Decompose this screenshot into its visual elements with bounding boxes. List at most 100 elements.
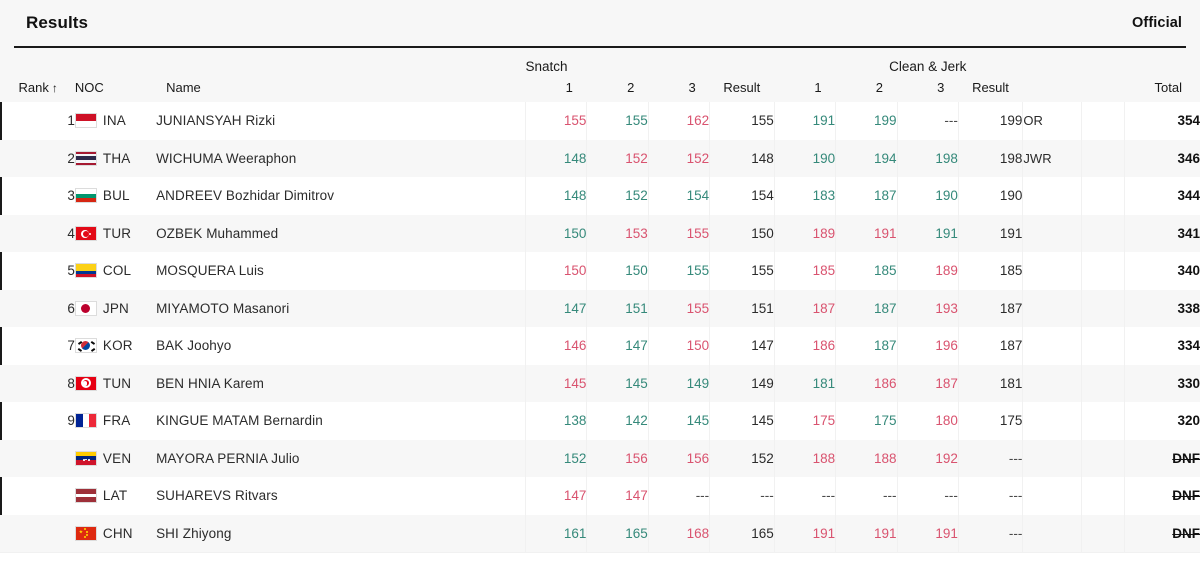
cell-record-badge [1022,214,1082,252]
cell-spacer [1081,477,1126,515]
cell-athlete-name[interactable]: MAYORA PERNIA Julio [156,439,527,477]
page-header: Results Official [0,0,1200,46]
flag-icon-chn [74,525,97,541]
flag-icon-col [74,263,97,279]
noc-code: THA [102,150,131,166]
cell-cleanjerk-result: --- [958,477,1024,515]
col-header-noc[interactable]: NOC [75,76,156,102]
col-header-snatch-1[interactable]: 1 [526,76,587,102]
cell-athlete-name[interactable]: ANDREEV Bozhidar Dimitrov [156,177,527,215]
flag-icon-tha [74,150,97,166]
cell-snatch-attempt-1: 155 [525,102,588,140]
cell-athlete-name[interactable]: KINGUE MATAM Bernardin [156,402,527,440]
spacer-cell [75,48,156,76]
table-head: Snatch Clean & Jerk Rank ↑ NOC Name 1 2 3… [0,48,1200,102]
noc-code: INA [102,113,127,129]
cell-cleanjerk-attempt-2: 188 [835,439,898,477]
cell-total: 334 [1177,338,1200,354]
cell-snatch-attempt-2: 150 [586,252,649,290]
noc-code: LAT [102,488,128,504]
cell-spacer [1081,102,1126,140]
cell-record-badge [1022,477,1082,515]
table-row[interactable]: CHN SHI Zhiyong 161 165 168 165 191 191 191 --- DN… [0,514,1200,553]
cell-snatch-attempt-3: 145 [648,402,711,440]
cell-snatch-attempt-2: 145 [586,364,649,402]
col-header-name[interactable]: Name [156,76,525,102]
cell-snatch-attempt-2: 153 [586,214,649,252]
cell-rank: 3 [67,188,75,204]
cell-snatch-attempt-1: 146 [525,327,588,365]
cell-cleanjerk-attempt-3: 192 [897,439,959,477]
cell-athlete-name[interactable]: MIYAMOTO Masanori [156,289,527,327]
cell-snatch-attempt-3: 152 [648,139,711,177]
cell-record-badge [1022,327,1082,365]
table-row[interactable]: 5 COL MOSQUERA Luis 150 150 155 155 185 185 189 18… [0,252,1200,290]
cell-cleanjerk-attempt-1: --- [774,477,837,515]
flag-icon-kor [74,338,97,354]
table-row[interactable]: 1 INA JUNIANSYAH Rizki 155 155 162 155 191 199 --… [0,102,1200,140]
cell-total: 344 [1177,188,1200,204]
cell-snatch-result: 148 [709,139,775,177]
col-header-total[interactable]: Total [1125,76,1200,102]
cell-snatch-attempt-2: 155 [586,102,649,140]
spacer-cell [1081,48,1125,76]
cell-noc: TUR [74,215,156,253]
cell-cleanjerk-result: 198 [958,139,1024,177]
cell-cleanjerk-attempt-1: 191 [774,102,837,140]
cell-athlete-name[interactable]: JUNIANSYAH Rizki [156,102,527,140]
col-header-snatch-2[interactable]: 2 [587,76,648,102]
noc-code: KOR [102,338,133,354]
cell-athlete-name[interactable]: BEN HNIA Karem [156,364,527,402]
cell-snatch-result: 147 [709,327,775,365]
col-header-rank[interactable]: Rank ↑ [17,76,75,102]
cell-athlete-name[interactable]: WICHUMA Weeraphon [156,139,527,177]
cell-athlete-name[interactable]: SHI Zhiyong [156,514,527,552]
table-row[interactable]: 9 FRA KINGUE MATAM Bernardin 138 142 145 145 17… [0,402,1200,440]
table-row[interactable]: 7 KOR BAK Joohyo 146 147 150 147 186 187 196 187 33… [0,327,1200,365]
cell-record-badge [1022,177,1082,215]
cell-snatch-attempt-2: 165 [586,514,649,552]
table-row[interactable]: 2 THA WICHUMA Weeraphon 148 152 152 148 190 194 1… [0,139,1200,178]
table-row[interactable]: 8 TUN BEN HNIA Karem 145 145 149 149 181 186 187 1… [0,364,1200,402]
table-row[interactable]: 4 TUR OZBEK Muhammed 150 153 155 150 189 191 191 1… [0,214,1200,253]
noc-code: CHN [102,525,133,541]
cell-record-badge [1022,402,1082,440]
cell-cleanjerk-result: --- [958,439,1024,477]
cell-noc: FRA [74,402,156,440]
noc-code: JPN [102,300,130,316]
col-header-cj-3[interactable]: 3 [897,76,958,102]
cell-athlete-name[interactable]: MOSQUERA Luis [156,252,527,290]
cell-snatch-attempt-1: 152 [525,439,588,477]
col-header-cj-2[interactable]: 2 [836,76,897,102]
col-header-snatch-result[interactable]: Result [710,76,775,102]
row-accent-bar [0,327,17,365]
col-header-cj-1[interactable]: 1 [774,76,835,102]
flag-icon-lat [74,488,97,504]
cell-cleanjerk-attempt-1: 188 [774,439,837,477]
cell-record-badge [1022,364,1082,402]
cell-athlete-name[interactable]: OZBEK Muhammed [156,214,527,252]
cell-record-badge [1022,289,1082,327]
flag-icon-tun [74,375,97,391]
table-row[interactable]: 3 BUL ANDREEV Bozhidar Dimitrov 148 152 154 15… [0,177,1200,215]
cell-snatch-attempt-1: 150 [525,252,588,290]
col-group-snatch: Snatch [525,59,568,74]
cell-athlete-name[interactable]: BAK Joohyo [156,327,527,365]
cell-cleanjerk-result: 175 [958,402,1024,440]
table-row[interactable]: LAT SUHAREVS Ritvars 147 147 --- --- --- --- ---… [0,477,1200,515]
col-header-snatch-3[interactable]: 3 [648,76,709,102]
row-accent-bar [0,515,17,553]
cell-cleanjerk-result: 187 [958,327,1024,365]
table-row[interactable]: 6 JPN MIYAMOTO Masanori 147 151 155 151 187 187 1… [0,289,1200,327]
cell-rank: 7 [67,338,75,354]
col-header-cj-result[interactable]: Result [958,76,1023,102]
cell-spacer [1081,289,1126,327]
cell-athlete-name[interactable]: SUHAREVS Ritvars [156,477,527,515]
col-group-clean-jerk: Clean & Jerk [889,59,967,74]
cell-cleanjerk-result: 185 [958,252,1024,290]
cell-noc: KOR [74,327,156,365]
row-accent-bar [0,252,17,290]
table-row[interactable]: VEN MAYORA PERNIA Julio 152 156 156 152 188 188… [0,439,1200,477]
cell-noc: THA [74,140,156,178]
cell-snatch-attempt-2: 147 [586,327,649,365]
